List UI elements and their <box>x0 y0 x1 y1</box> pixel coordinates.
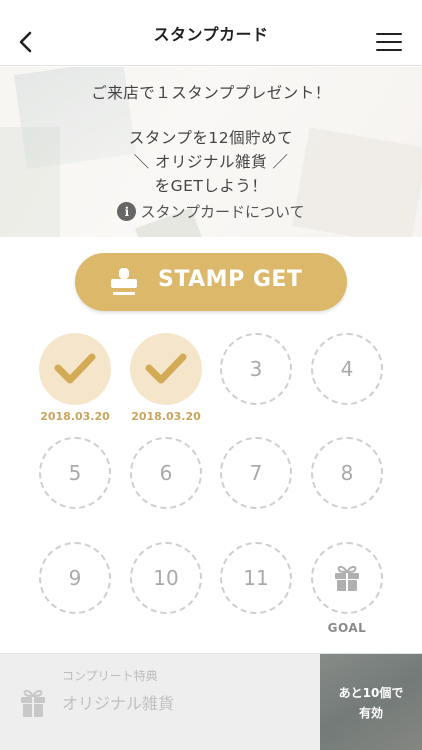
hamburger-menu-icon[interactable] <box>376 33 402 53</box>
gift-icon <box>21 689 45 717</box>
stamp-slot-9: 9 <box>39 542 111 614</box>
stamp-slot-8: 8 <box>311 437 383 509</box>
hero-cta-text: をGETしよう！ <box>154 177 268 195</box>
stamp-slot-3: 3 <box>220 333 292 405</box>
reward-status-badge: あと10個で 有効 <box>320 654 422 750</box>
stamp-slot-7: 7 <box>220 437 292 509</box>
hero-reward-text: ＼ オリジナル雑貨 ／ <box>133 153 289 171</box>
stamp-date-1: 2018.03.20 <box>40 410 110 423</box>
stamp-slot-10: 10 <box>130 542 202 614</box>
info-icon: i <box>117 202 137 221</box>
hero-goal-text: スタンプを12個貯めて <box>128 129 294 147</box>
stamp-slot-goal <box>311 542 383 614</box>
stamp-get-button[interactable]: STAMP GET <box>75 253 347 311</box>
about-stamp-card-link[interactable]: i スタンプカードについて <box>0 201 422 222</box>
stamp-slot-5: 5 <box>39 437 111 509</box>
stamp-slot-1 <box>39 333 111 405</box>
check-icon <box>145 353 187 384</box>
hero-banner: ご来店で１スタンププレゼント！ スタンプを12個貯めて ＼ オリジナル雑貨 ／ … <box>0 67 422 237</box>
stamp-date-2: 2018.03.20 <box>131 410 201 423</box>
stamp-slot-4: 4 <box>311 333 383 405</box>
goal-label: GOAL <box>327 621 367 635</box>
stamp-slot-6: 6 <box>130 437 202 509</box>
about-stamp-card-label: スタンプカードについて <box>140 203 305 221</box>
gift-icon <box>335 565 359 591</box>
reward-remaining-text: あと10個で <box>338 685 404 700</box>
reward-item: オリジナル雑貨 <box>62 694 175 713</box>
nav-bar: スタンプカード <box>0 0 422 66</box>
stamp-slot-11: 11 <box>220 542 292 614</box>
back-icon[interactable] <box>16 30 38 54</box>
reward-valid-text: 有効 <box>358 705 383 720</box>
check-icon <box>54 353 96 384</box>
reward-caption: コンプリート特典 <box>62 669 158 683</box>
stamp-slot-2 <box>130 333 202 405</box>
stamp-icon <box>111 268 137 295</box>
hero-campaign-text: ご来店で１スタンププレゼント！ <box>91 84 331 102</box>
reward-bar: コンプリート特典 オリジナル雑貨 あと10個で 有効 <box>0 653 422 750</box>
page-title: スタンプカード <box>153 24 269 44</box>
stamp-get-label: STAMP GET <box>158 267 303 292</box>
